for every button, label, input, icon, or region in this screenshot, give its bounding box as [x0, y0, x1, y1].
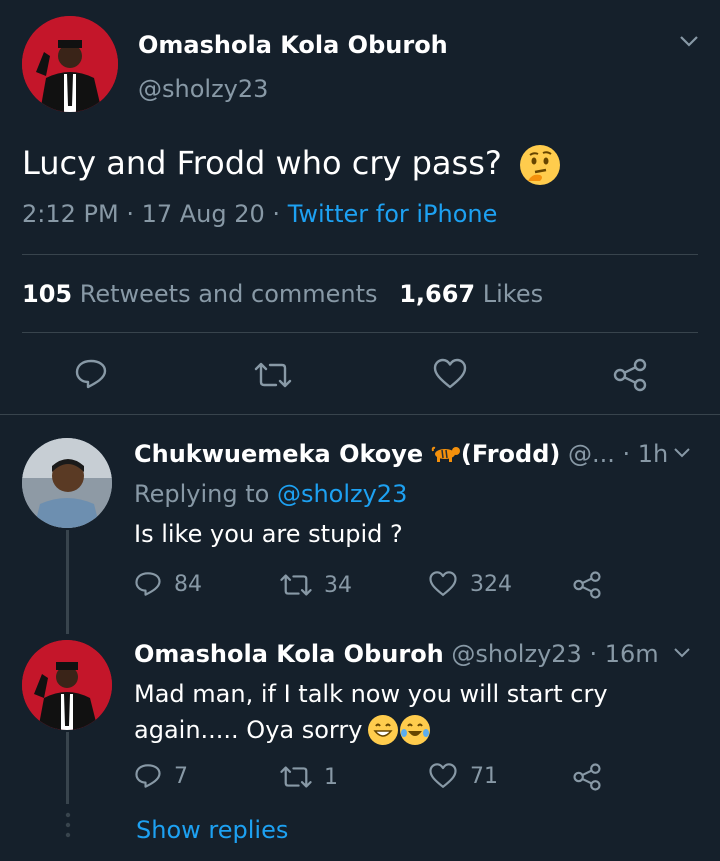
thread-line — [66, 530, 69, 634]
reply-handle[interactable]: @sholzy23 — [451, 640, 581, 668]
reply-count: 7 — [174, 763, 188, 789]
reply-action-reply[interactable]: 7 — [134, 762, 188, 790]
chevron-down-icon[interactable] — [672, 646, 692, 659]
author-display-name[interactable]: Omashola Kola Oburoh — [138, 30, 448, 60]
reply-display-name[interactable]: Omashola Kola Oburoh — [134, 640, 444, 668]
reply-action-like[interactable]: 71 — [428, 762, 498, 790]
retweet-icon — [278, 572, 314, 598]
likes-label: Likes — [482, 280, 544, 308]
reply-avatar[interactable] — [22, 640, 112, 730]
replying-to: Replying to @sholzy23 — [134, 478, 407, 510]
chevron-down-icon[interactable] — [672, 446, 692, 459]
reply-action-retweet[interactable]: 34 — [278, 572, 352, 598]
tweet-timestamp[interactable]: 2:12 PM · 17 Aug 20 · — [22, 200, 288, 228]
reply-count: 84 — [174, 571, 202, 597]
retweet-icon[interactable] — [252, 360, 294, 390]
reply-name-suffix: (Frodd) — [460, 440, 561, 468]
reply-icon — [134, 570, 162, 598]
retweets-label: Retweets and comments — [79, 280, 378, 308]
divider — [22, 254, 698, 255]
reply-text-line: Mad man, if I talk now you will start cr… — [134, 680, 608, 708]
replying-to-label: Replying to — [134, 480, 277, 508]
reply-avatar[interactable] — [22, 438, 112, 528]
retweet-count: 1 — [324, 764, 338, 790]
reply-header: Omashola Kola Oburoh @sholzy23 · 16m — [134, 638, 659, 670]
tweet-meta: 2:12 PM · 17 Aug 20 · Twitter for iPhone — [22, 198, 497, 230]
share-icon[interactable] — [572, 762, 602, 792]
retweet-count: 34 — [324, 572, 352, 598]
author-handle[interactable]: @sholzy23 — [138, 74, 268, 104]
replying-to-handle[interactable]: @sholzy23 — [277, 480, 407, 508]
reply-time[interactable]: · 16m — [589, 640, 658, 668]
thread-line — [66, 732, 69, 804]
reply-handle[interactable]: @... — [568, 440, 615, 468]
tweet-source[interactable]: Twitter for iPhone — [288, 200, 498, 228]
like-count: 71 — [470, 763, 498, 789]
chevron-down-icon[interactable] — [678, 34, 700, 48]
tears-of-joy-icon — [400, 715, 431, 745]
reply-header: Chukwuemeka Okoye (Frodd) @... · 1h — [134, 438, 668, 471]
author-avatar[interactable] — [22, 16, 118, 112]
reply-icon[interactable] — [74, 358, 108, 390]
like-count: 324 — [470, 571, 512, 597]
tiger-icon — [431, 439, 461, 471]
reply-display-name[interactable]: Chukwuemeka Okoye — [134, 440, 423, 468]
show-replies-link[interactable]: Show replies — [136, 814, 288, 846]
like-icon — [428, 762, 458, 790]
reply-text: Is like you are stupid ? — [134, 520, 403, 548]
section-divider — [0, 414, 720, 415]
likes-stat[interactable]: 1,667 Likes — [399, 280, 543, 308]
reply-time[interactable]: · 1h — [623, 440, 669, 468]
tweet-text: Lucy and Frodd who cry pass? — [22, 144, 502, 182]
likes-count: 1,667 — [399, 280, 476, 308]
share-icon[interactable] — [612, 358, 648, 392]
reply-action-retweet[interactable]: 1 — [278, 764, 338, 790]
share-icon[interactable] — [572, 570, 602, 600]
reply-text-line: again..... Oya sorry — [134, 716, 363, 744]
thinking-face-icon — [520, 145, 561, 185]
retweets-stat[interactable]: 105 Retweets and comments — [22, 280, 385, 308]
reply-text: Mad man, if I talk now you will start cr… — [134, 676, 608, 748]
reply-icon — [134, 762, 162, 790]
tweet-stats: 105 Retweets and comments 1,667 Likes — [22, 278, 543, 310]
grinning-face-icon — [368, 715, 399, 745]
like-icon — [428, 570, 458, 598]
divider — [22, 332, 698, 333]
retweet-icon — [278, 764, 314, 790]
reply-action-like[interactable]: 324 — [428, 570, 512, 598]
tweet-text-row: Lucy and Frodd who cry pass? — [22, 142, 561, 185]
reply-text-line-2: again..... Oya sorry — [134, 712, 608, 748]
like-icon[interactable] — [432, 358, 468, 390]
reply-action-reply[interactable]: 84 — [134, 570, 202, 598]
retweets-count: 105 — [22, 280, 73, 308]
thread-more-dots — [65, 812, 71, 842]
